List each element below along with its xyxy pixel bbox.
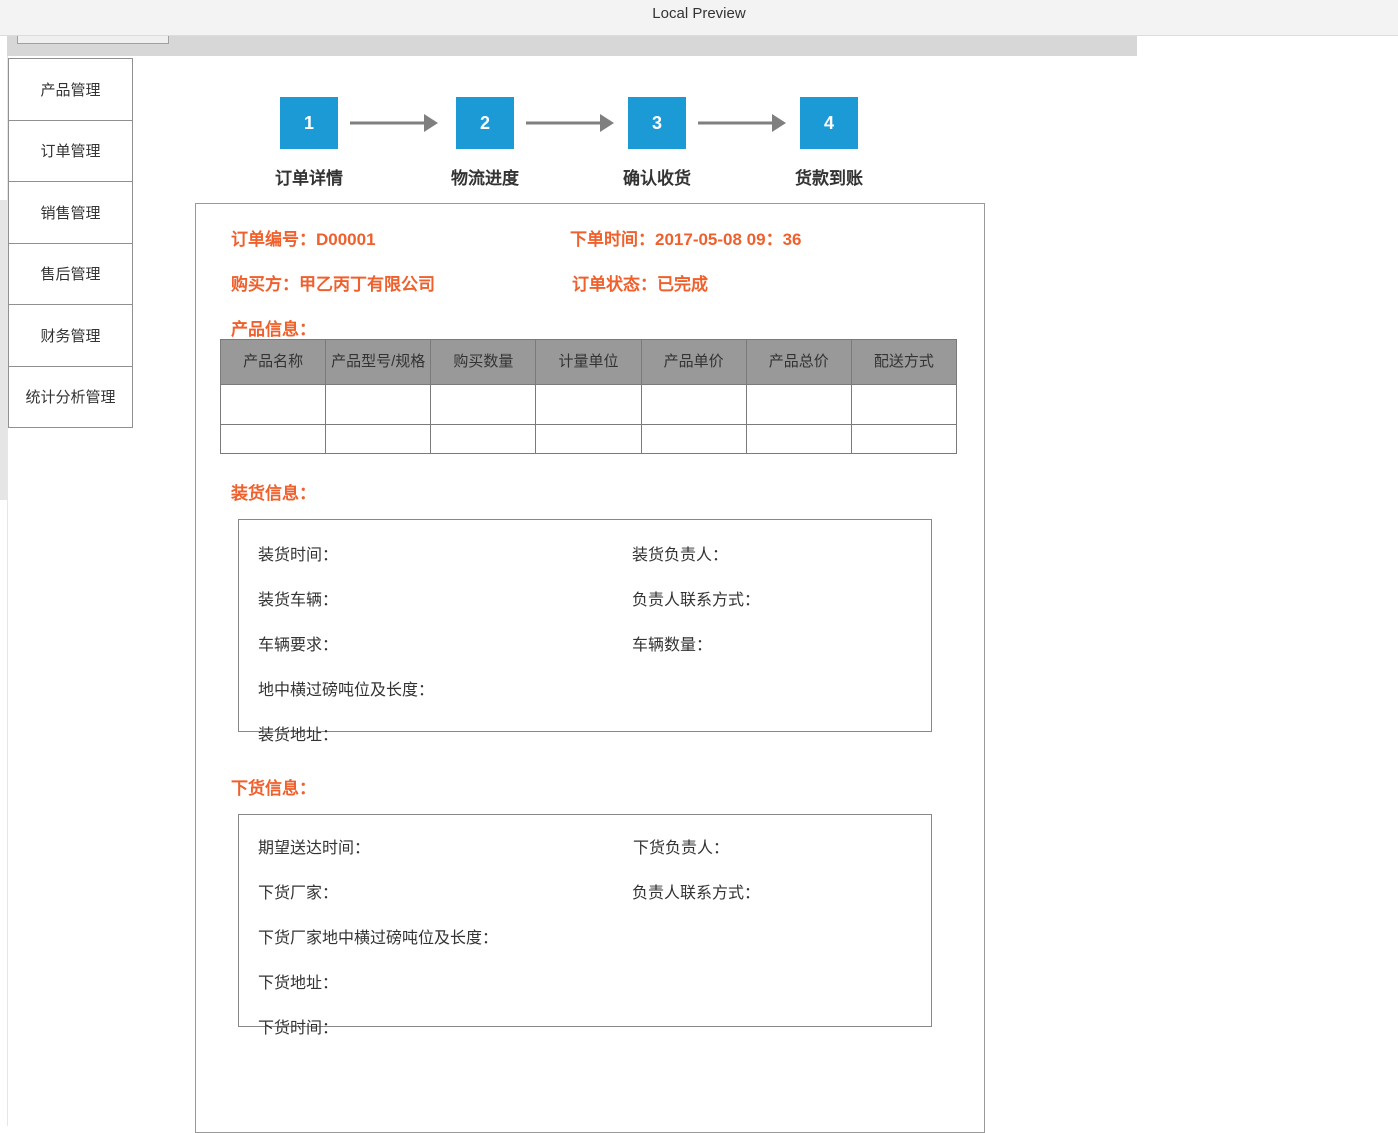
- order-number: 订单编号：D00001: [231, 230, 376, 249]
- order-time: 下单时间：2017-05-08 09：36: [570, 230, 802, 249]
- table-cell: [535, 384, 642, 425]
- step-3-box: 3: [628, 97, 686, 149]
- product-section-title: 产品信息：: [231, 320, 316, 339]
- unloading-section-title: 下货信息：: [231, 779, 316, 798]
- step-4-label: 货款到账: [795, 169, 863, 188]
- arrow-right-icon: [698, 114, 786, 132]
- loading-owner-label: 装货负责人：: [632, 547, 729, 564]
- loading-vehicle-label: 装货车辆：: [258, 592, 339, 609]
- table-cell: [430, 384, 537, 425]
- sidebar-item-label: 销售管理: [40, 204, 101, 222]
- sidebar-item-label: 产品管理: [40, 81, 101, 99]
- loading-time-label: 装货时间：: [258, 547, 339, 564]
- arrow-right-icon: [526, 114, 614, 132]
- step-1-label: 订单详情: [275, 169, 343, 188]
- unloading-contact-label: 负责人联系方式：: [632, 885, 761, 902]
- vehicle-requirement-label: 车辆要求：: [258, 637, 339, 654]
- table-cell: [640, 384, 747, 425]
- step-1-box: 1: [280, 97, 338, 149]
- sidebar-item-sales[interactable]: 销售管理: [9, 182, 132, 244]
- sidebar-item-label: 统计分析管理: [25, 389, 116, 407]
- loading-info-box: [238, 519, 932, 732]
- step-number: 2: [479, 112, 490, 133]
- sidebar-item-label: 售后管理: [40, 266, 101, 284]
- top-tab[interactable]: [17, 36, 169, 44]
- step-2-box: 2: [456, 97, 514, 149]
- table-row: [219, 424, 958, 454]
- table-cell: [535, 424, 642, 454]
- left-scroll-thumb[interactable]: [0, 200, 7, 500]
- table-cell: [745, 384, 852, 425]
- table-cell: [325, 384, 432, 425]
- loading-address-label: 装货地址：: [258, 727, 339, 744]
- arrow-right-icon: [350, 114, 438, 132]
- loading-scale-label: 地中横过磅吨位及长度：: [258, 682, 435, 699]
- step-3-label: 确认收货: [623, 169, 691, 188]
- sidebar-item-aftersales[interactable]: 售后管理: [9, 244, 132, 305]
- step-number: 4: [823, 112, 834, 133]
- order-buyer: 购买方：甲乙丙丁有限公司: [231, 275, 435, 294]
- sidebar-item-label: 订单管理: [40, 143, 101, 161]
- table-cell: [219, 384, 327, 425]
- column-header: 购买数量: [430, 339, 537, 385]
- column-header: 计量单位: [535, 339, 642, 385]
- column-header: 产品总价: [745, 339, 852, 385]
- unloading-factory-label: 下货厂家：: [258, 885, 339, 902]
- table-cell: [219, 424, 327, 454]
- top-toolbar-band: [7, 36, 1137, 56]
- table-cell: [640, 424, 747, 454]
- sidebar-item-finance[interactable]: 财务管理: [9, 305, 132, 367]
- table-cell: [850, 424, 958, 454]
- table-cell: [430, 424, 537, 454]
- unloading-owner-label: 下货负责人：: [633, 840, 730, 857]
- step-4-box: 4: [800, 97, 858, 149]
- sidebar-item-product[interactable]: 产品管理: [9, 59, 132, 121]
- unloading-time-label: 下货时间：: [258, 1020, 339, 1037]
- expected-delivery-label: 期望送达时间：: [258, 840, 371, 857]
- table-header-row: 产品名称 产品型号/规格 购买数量 计量单位 产品单价 产品总价 配送方式: [219, 339, 958, 385]
- sidebar-item-label: 财务管理: [40, 327, 101, 345]
- vehicle-count-label: 车辆数量：: [632, 637, 713, 654]
- column-header: 产品名称: [219, 339, 327, 385]
- table-cell: [745, 424, 852, 454]
- sidebar-item-statistics[interactable]: 统计分析管理: [9, 367, 132, 428]
- table-cell: [850, 384, 958, 425]
- window-title: Local Preview: [652, 5, 746, 22]
- step-number: 3: [651, 112, 662, 133]
- step-2-label: 物流进度: [451, 169, 519, 188]
- window-titlebar: Local Preview: [0, 0, 1398, 36]
- sidebar-item-order[interactable]: 订单管理: [9, 121, 132, 182]
- product-table: 产品名称 产品型号/规格 购买数量 计量单位 产品单价 产品总价 配送方式: [219, 339, 958, 454]
- step-number: 1: [303, 112, 314, 133]
- unloading-address-label: 下货地址：: [258, 975, 339, 992]
- column-header: 产品型号/规格: [325, 339, 432, 385]
- loading-contact-label: 负责人联系方式：: [632, 592, 761, 609]
- table-cell: [325, 424, 432, 454]
- unloading-scale-label: 下货厂家地中横过磅吨位及长度：: [258, 930, 499, 947]
- table-row: [219, 384, 958, 425]
- loading-section-title: 装货信息：: [231, 484, 316, 503]
- sidebar: 产品管理 订单管理 销售管理 售后管理 财务管理 统计分析管理: [8, 58, 133, 428]
- column-header: 产品单价: [640, 339, 747, 385]
- column-header: 配送方式: [850, 339, 958, 385]
- order-status: 订单状态：已完成: [572, 275, 708, 294]
